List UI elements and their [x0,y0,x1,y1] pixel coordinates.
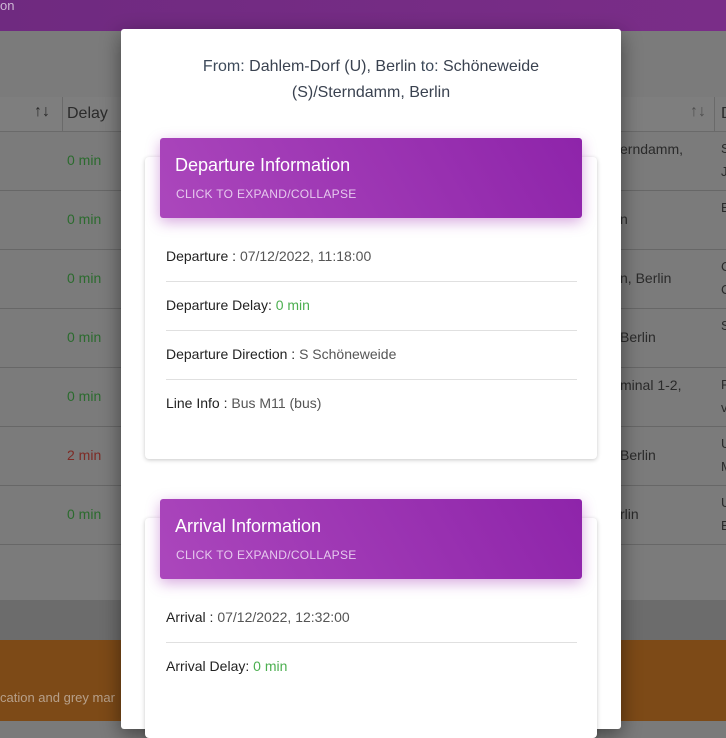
arrival-delay-value: 0 min [253,658,288,674]
direction-cell-line2: J [721,164,726,179]
sort-icon: ↑↓ [34,103,50,120]
background-topbar: on [0,0,726,31]
arrival-card-header[interactable]: Arrival Information CLICK TO EXPAND/COLL… [160,499,582,579]
station-cell: Berlin [620,447,656,463]
expand-collapse-hint: CLICK TO EXPAND/COLLAPSE [176,187,357,201]
direction-cell: U [721,495,726,510]
arrival-delay-label: Arrival Delay: [166,658,250,674]
background-footer-text: cation and grey mar [0,690,115,705]
route-summary: From: Dahlem-Dorf (U), Berlin to: Schöne… [151,54,591,106]
delay-column-header: Delay [67,105,108,122]
background-topbar-text: on [0,0,15,13]
arrival-delay-row: Arrival Delay: 0 min [166,642,577,691]
delay-cell: 0 min [67,152,102,168]
departure-direction-value: S Schöneweide [299,346,397,362]
departure-delay-label: Departure Delay: [166,297,272,313]
direction-cell-line2: C [721,282,726,297]
departure-delay-row: Departure Delay: 0 min [166,281,577,331]
sort-icon: ↑↓ [690,103,706,120]
direction-cell: S [721,141,726,156]
direction-cell: F [721,377,726,392]
station-cell: n, Berlin [620,270,672,286]
line-info-row: Line Info : Bus M11 (bus) [166,379,577,428]
direction-cell-line2: E [721,518,726,533]
station-cell: n [620,211,628,227]
right-column-header: D [721,105,726,123]
expand-collapse-hint: CLICK TO EXPAND/COLLAPSE [176,548,357,562]
direction-cell-line2: v [721,400,726,415]
departure-card-header[interactable]: Departure Information CLICK TO EXPAND/CO… [160,138,582,218]
station-cell: Berlin [620,329,656,345]
direction-cell: S [721,318,726,333]
delay-cell: 0 min [67,388,102,404]
from-label: From: [202,58,245,75]
departure-card-title: Departure Information [175,155,351,175]
station-cell: minal 1-2, [620,377,682,393]
arrival-card: Arrival Information CLICK TO EXPAND/COLL… [145,499,597,738]
arrival-time-value: 07/12/2022, 12:32:00 [217,609,350,625]
line-info-value: Bus M11 (bus) [231,395,322,411]
delay-cell: 0 min [67,329,102,345]
departure-time-value: 07/12/2022, 11:18:00 [239,248,372,264]
delay-cell: 0 min [67,211,102,227]
arrival-card-title: Arrival Information [175,516,322,536]
direction-cell: C [721,259,726,274]
direction-cell: U [721,436,726,451]
station-cell: rlin [620,506,639,522]
delay-cell: 2 min [67,447,102,463]
trip-details-modal: From: Dahlem-Dorf (U), Berlin to: Schöne… [121,29,621,738]
line-info-label: Line Info : [166,395,228,411]
direction-cell-line2: M [721,459,726,474]
departure-direction-label: Departure Direction : [166,346,296,362]
delay-cell: 0 min [67,506,102,522]
departure-card: Departure Information CLICK TO EXPAND/CO… [145,138,597,459]
arrival-time-label: Arrival : [166,609,214,625]
to-label: to: [420,58,439,75]
departure-delay-value: 0 min [275,297,310,313]
delay-cell: 0 min [67,270,102,286]
departure-time-row: Departure : 07/12/2022, 11:18:00 [166,232,577,282]
from-place: Dahlem-Dorf (U), Berlin [249,58,417,75]
arrival-time-row: Arrival : 07/12/2022, 12:32:00 [166,593,577,643]
station-cell: erndamm, [620,141,684,157]
direction-cell: E [721,200,726,215]
departure-direction-row: Departure Direction : S Schöneweide [166,330,577,380]
departure-time-label: Departure : [166,248,237,264]
